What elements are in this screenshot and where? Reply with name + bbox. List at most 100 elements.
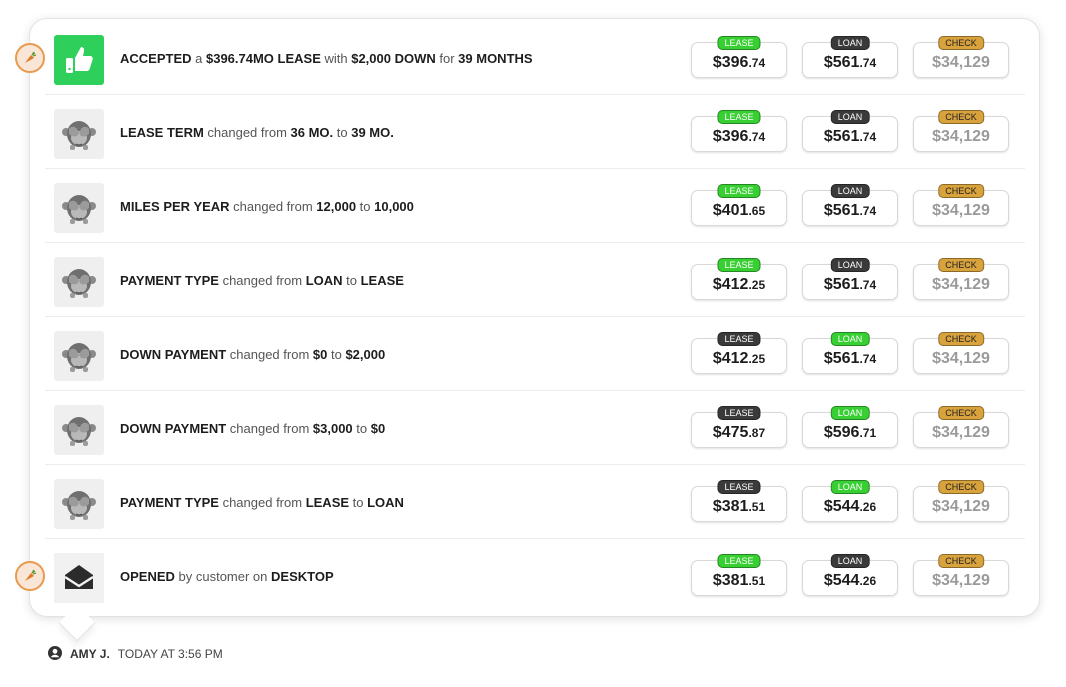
- lease-tag: LEASE: [717, 332, 761, 346]
- loan-price-pill[interactable]: LOAN $596.71: [802, 406, 898, 448]
- loan-amount-cents: .74: [859, 204, 877, 218]
- lease-price-pill[interactable]: LEASE $412.25: [691, 332, 787, 374]
- loan-price-pill[interactable]: LOAN $561.74: [802, 184, 898, 226]
- check-tag: CHECK: [938, 332, 984, 346]
- loan-price-pill[interactable]: LOAN $561.74: [802, 36, 898, 78]
- activity-card: ACCEPTED a $396.74MO LEASE with $2,000 D…: [29, 18, 1040, 617]
- check-price-pill[interactable]: CHECK $34,129: [913, 406, 1009, 448]
- event-keyword: LEASE TERM: [120, 125, 204, 140]
- lease-amount: $396.74: [692, 128, 786, 146]
- event-description: MILES PER YEAR changed from 12,000 to 10…: [120, 199, 414, 214]
- event-connector: to: [333, 125, 352, 140]
- loan-amount-dollars: $561: [823, 350, 860, 367]
- check-price-pill[interactable]: CHECK $34,129: [913, 480, 1009, 522]
- lease-price-pill[interactable]: LEASE $412.25: [691, 258, 787, 300]
- event-keyword: $396.74MO LEASE: [205, 51, 321, 66]
- lease-amount: $412.25: [692, 276, 786, 294]
- loan-amount-dollars: $561: [823, 276, 860, 293]
- check-price-pill[interactable]: CHECK $34,129: [913, 554, 1009, 596]
- loan-amount: $561.74: [803, 202, 897, 220]
- check-tag: CHECK: [938, 480, 984, 494]
- loan-amount: $544.26: [803, 498, 897, 516]
- loan-price-pill[interactable]: LOAN $544.26: [802, 554, 898, 596]
- lease-price-pill[interactable]: LEASE $381.51: [691, 554, 787, 596]
- event-keyword: ACCEPTED: [120, 51, 192, 66]
- loan-price-pill[interactable]: LOAN $561.74: [802, 258, 898, 300]
- event-keyword: 36 MO.: [290, 125, 334, 140]
- lease-tag: LEASE: [717, 184, 761, 198]
- see-no-evil-monkey-icon: [54, 479, 104, 529]
- event-keyword: LEASE: [305, 495, 350, 510]
- envelope-open-icon: [54, 553, 104, 603]
- check-price-pill[interactable]: CHECK $34,129: [913, 36, 1009, 78]
- activity-row: ACCEPTED a $396.74MO LEASE with $2,000 D…: [45, 21, 1025, 95]
- event-keyword: PAYMENT TYPE: [120, 273, 219, 288]
- event-connector: to: [352, 421, 371, 436]
- check-price-pill[interactable]: CHECK $34,129: [913, 184, 1009, 226]
- lease-amount-cents: .25: [748, 352, 766, 366]
- event-connector: for: [435, 51, 459, 66]
- author-time: TODAY AT 3:56 PM: [117, 647, 223, 661]
- lease-price-pill[interactable]: LEASE $401.65: [691, 184, 787, 226]
- event-keyword: 39 MONTHS: [458, 51, 533, 66]
- event-connector: changed from: [218, 495, 306, 510]
- loan-tag: LOAN: [830, 36, 870, 50]
- loan-amount: $561.74: [803, 350, 897, 368]
- loan-amount: $596.71: [803, 424, 897, 442]
- event-connector: to: [327, 347, 346, 362]
- event-description: PAYMENT TYPE changed from LOAN to LEASE: [120, 273, 404, 288]
- lease-amount-cents: .74: [748, 130, 766, 144]
- event-keyword: 39 MO.: [351, 125, 394, 140]
- lease-tag: LEASE: [717, 480, 761, 494]
- event-keyword: DOWN PAYMENT: [120, 347, 227, 362]
- lease-amount-dollars: $396: [712, 128, 749, 145]
- event-description: DOWN PAYMENT changed from $3,000 to $0: [120, 421, 385, 436]
- lease-price-pill[interactable]: LEASE $396.74: [691, 110, 787, 152]
- activity-row: DOWN PAYMENT changed from $3,000 to $0 LE…: [45, 391, 1025, 465]
- lease-price-pill[interactable]: LEASE $381.51: [691, 480, 787, 522]
- event-keyword: LEASE: [360, 273, 404, 288]
- loan-price-pill[interactable]: LOAN $544.26: [802, 480, 898, 522]
- check-price-pill[interactable]: CHECK $34,129: [913, 332, 1009, 374]
- thumbs-up-icon: [54, 35, 104, 85]
- footer-author: AMY J. TODAY AT 3:56 PM: [48, 645, 223, 663]
- loan-amount-dollars: $561: [823, 128, 860, 145]
- loan-amount: $544.26: [803, 572, 897, 590]
- check-amount: $34,129: [932, 54, 990, 71]
- lease-price-pill[interactable]: LEASE $475.87: [691, 406, 787, 448]
- event-description: PAYMENT TYPE changed from LEASE to LOAN: [120, 495, 404, 510]
- see-no-evil-monkey-icon: [54, 331, 104, 381]
- lease-amount-dollars: $381: [712, 498, 749, 515]
- loan-price-pill[interactable]: LOAN $561.74: [802, 110, 898, 152]
- loan-amount: $561.74: [803, 276, 897, 294]
- lease-amount-cents: .25: [748, 278, 766, 292]
- carrot-icon: [15, 561, 45, 591]
- event-keyword: $0: [312, 347, 328, 362]
- see-no-evil-monkey-icon: [54, 109, 104, 159]
- check-tag: CHECK: [938, 406, 984, 420]
- lease-amount-dollars: $412: [712, 350, 749, 367]
- loan-amount-cents: .74: [859, 278, 877, 292]
- loan-tag: LOAN: [830, 554, 870, 568]
- loan-amount-cents: .74: [859, 352, 877, 366]
- event-connector: with: [320, 51, 352, 66]
- event-connector: to: [349, 495, 368, 510]
- loan-price-pill[interactable]: LOAN $561.74: [802, 332, 898, 374]
- see-no-evil-monkey-icon: [54, 405, 104, 455]
- see-no-evil-monkey-icon: [54, 257, 104, 307]
- lease-amount-cents: .74: [748, 56, 766, 70]
- check-price-pill[interactable]: CHECK $34,129: [913, 258, 1009, 300]
- check-tag: CHECK: [938, 110, 984, 124]
- lease-tag: LEASE: [717, 554, 761, 568]
- event-keyword: $2,000 DOWN: [351, 51, 436, 66]
- activity-row: MILES PER YEAR changed from 12,000 to 10…: [45, 169, 1025, 243]
- lease-price-pill[interactable]: LEASE $396.74: [691, 36, 787, 78]
- lease-amount: $401.65: [692, 202, 786, 220]
- lease-amount-dollars: $475: [712, 424, 749, 441]
- check-price-pill[interactable]: CHECK $34,129: [913, 110, 1009, 152]
- loan-amount: $561.74: [803, 54, 897, 72]
- lease-amount: $396.74: [692, 54, 786, 72]
- event-keyword: 10,000: [374, 199, 414, 214]
- lease-amount-dollars: $396: [712, 54, 749, 71]
- activity-row: OPENED by customer on DESKTOP LEASE $381.5…: [45, 539, 1025, 613]
